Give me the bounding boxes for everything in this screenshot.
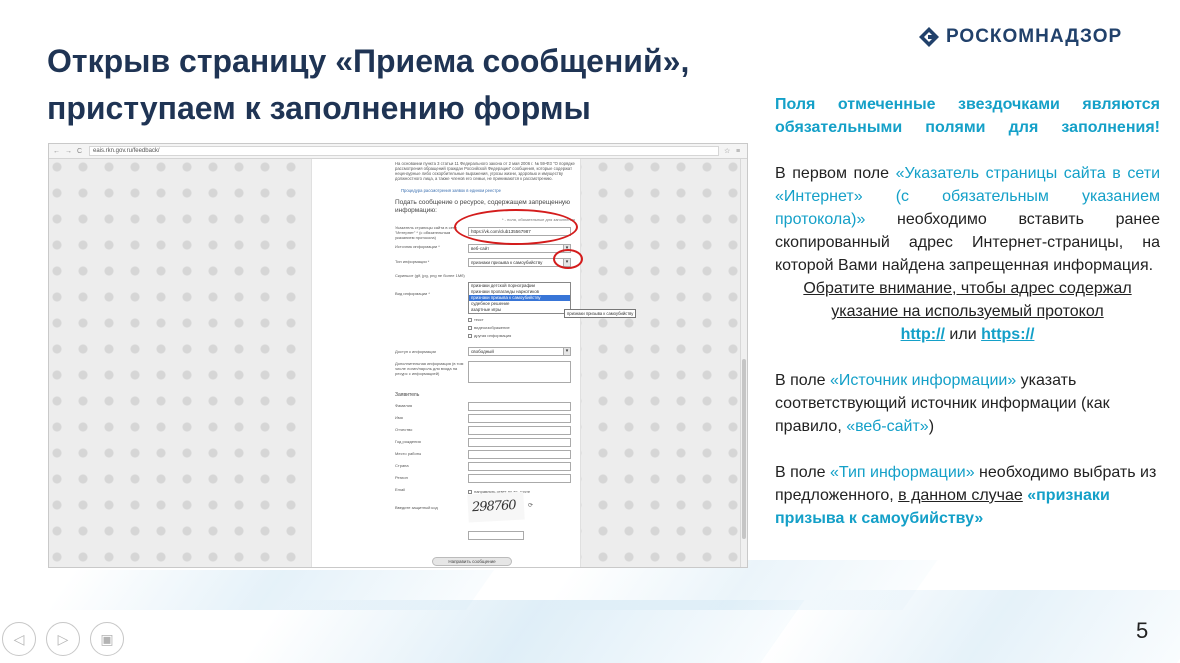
- submit-button[interactable]: Направить сообщение: [432, 557, 512, 566]
- logo-text: РОСКОМНАДЗОР: [946, 26, 1123, 47]
- applicant-input-country[interactable]: [468, 462, 571, 471]
- applicant-input-patronymic[interactable]: [468, 426, 571, 435]
- type-field-label: Тип информации *: [395, 259, 430, 264]
- access-field-label: Доступ к информации: [395, 349, 436, 354]
- applicant-label-firstname: Имя: [395, 415, 403, 420]
- dropdown-option[interactable]: азартные игры: [469, 307, 570, 313]
- slide-menu-button[interactable]: ▣: [90, 622, 124, 656]
- refresh-captcha-icon[interactable]: ⟳: [528, 502, 533, 509]
- applicant-input-lastname[interactable]: [468, 402, 571, 411]
- procedure-link[interactable]: Процедура рассмотрения заявок в едином р…: [401, 188, 501, 193]
- extra-info-textarea[interactable]: [468, 361, 571, 383]
- checkbox-box[interactable]: [468, 333, 472, 338]
- applicant-label-patronymic: Отчество: [395, 427, 413, 432]
- option-tooltip: признаки призыва к самоубийству: [564, 309, 637, 318]
- type-select-value: признаки призыва к самоубийству: [471, 260, 543, 265]
- browser-screenshot: ← → C eais.rkn.gov.ru/feedback/ ☆ ≡ На о…: [48, 143, 748, 568]
- source-select-value: веб-сайт: [471, 246, 490, 251]
- back-arrow-icon[interactable]: ←: [53, 148, 60, 155]
- extra-info-label: Дополнительная информация (в том числе л…: [395, 361, 464, 376]
- reload-icon[interactable]: C: [77, 148, 84, 155]
- triangle-right-icon: ▷: [57, 630, 69, 647]
- logo-emblem-icon: [919, 27, 939, 47]
- type-highlight-ellipse: [553, 249, 583, 269]
- browser-toolbar: ← → C eais.rkn.gov.ru/feedback/ ☆ ≡: [49, 144, 747, 159]
- source-field-label: Источник информации *: [395, 244, 440, 249]
- instruction-text: Поля отмеченные звездочками являются обя…: [775, 93, 1160, 530]
- next-slide-button[interactable]: ▷: [46, 622, 80, 656]
- applicant-label-lastname: Фамилия: [395, 403, 412, 408]
- slides-icon: ▣: [100, 630, 114, 647]
- previous-slide-button[interactable]: ◁: [2, 622, 36, 656]
- scrollbar-thumb[interactable]: [742, 359, 746, 539]
- forward-arrow-icon[interactable]: →: [65, 148, 72, 155]
- access-select-value: свободный: [471, 349, 494, 354]
- applicant-label-birthyear: Год рождения: [395, 439, 421, 444]
- captcha-input[interactable]: [468, 531, 524, 540]
- first-field-paragraph: В первом поле «Указатель страницы сайта …: [775, 165, 1161, 274]
- star-icon[interactable]: ☆: [724, 148, 731, 155]
- chevron-down-icon: ▾: [563, 348, 570, 355]
- captcha-label: Введите защитный код: [395, 505, 438, 510]
- media-checkbox[interactable]: текст: [468, 317, 484, 322]
- media-field-label: Вид информации *: [395, 291, 430, 296]
- captcha-image: 298760: [467, 491, 525, 523]
- type-field-paragraph: В поле «Тип информации» необходимо выбра…: [775, 464, 1157, 527]
- type-dropdown-list[interactable]: признаки детской порнографии признаки пр…: [468, 282, 571, 314]
- checkbox-box[interactable]: [468, 317, 472, 322]
- url-highlight-ellipse: [454, 209, 578, 245]
- protocol-examples: http:// или https://: [900, 326, 1035, 343]
- access-select[interactable]: свободный ▾: [468, 347, 571, 356]
- media-checkbox[interactable]: видеоизображение: [468, 325, 510, 330]
- address-bar[interactable]: eais.rkn.gov.ru/feedback/: [89, 146, 719, 156]
- applicant-label-workplace: Место работы: [395, 451, 422, 456]
- applicant-label-email: Email: [395, 487, 406, 492]
- slide-title: Открыв страницу «Приема сообщений», прис…: [47, 43, 690, 126]
- applicant-heading: Заявитель: [395, 392, 420, 398]
- scrollbar[interactable]: [740, 159, 747, 567]
- decorative-ribbons: [0, 560, 1180, 663]
- applicant-label-country: Страна: [395, 463, 409, 468]
- checkbox-box[interactable]: [468, 325, 472, 330]
- roskomnadzor-logo: РОСКОМНАДЗОР: [918, 26, 1122, 48]
- screenshot-field-label: Скриншот (gif, jpg, png не более 1Мб): [395, 273, 465, 278]
- menu-icon[interactable]: ≡: [736, 148, 743, 155]
- intro-text: На основании пункта 3 статьи 11 Федераль…: [395, 161, 575, 181]
- applicant-input-firstname[interactable]: [468, 414, 571, 423]
- triangle-left-icon: ◁: [13, 630, 25, 647]
- checkbox-box[interactable]: [468, 489, 472, 494]
- page-number: 5: [1136, 618, 1149, 643]
- applicant-input-region[interactable]: [468, 474, 571, 483]
- media-checkbox[interactable]: другая информация: [468, 333, 511, 338]
- applicant-input-birthyear[interactable]: [468, 438, 571, 447]
- protocol-attention-note: Обратите внимание, чтобы адрес содержал …: [803, 280, 1132, 320]
- applicant-input-workplace[interactable]: [468, 450, 571, 459]
- source-field-paragraph: В поле «Источник информации» указать соо…: [775, 372, 1110, 435]
- required-fields-note: Поля отмеченные звездочками являются обя…: [775, 96, 1160, 136]
- applicant-label-region: Регион: [395, 475, 408, 480]
